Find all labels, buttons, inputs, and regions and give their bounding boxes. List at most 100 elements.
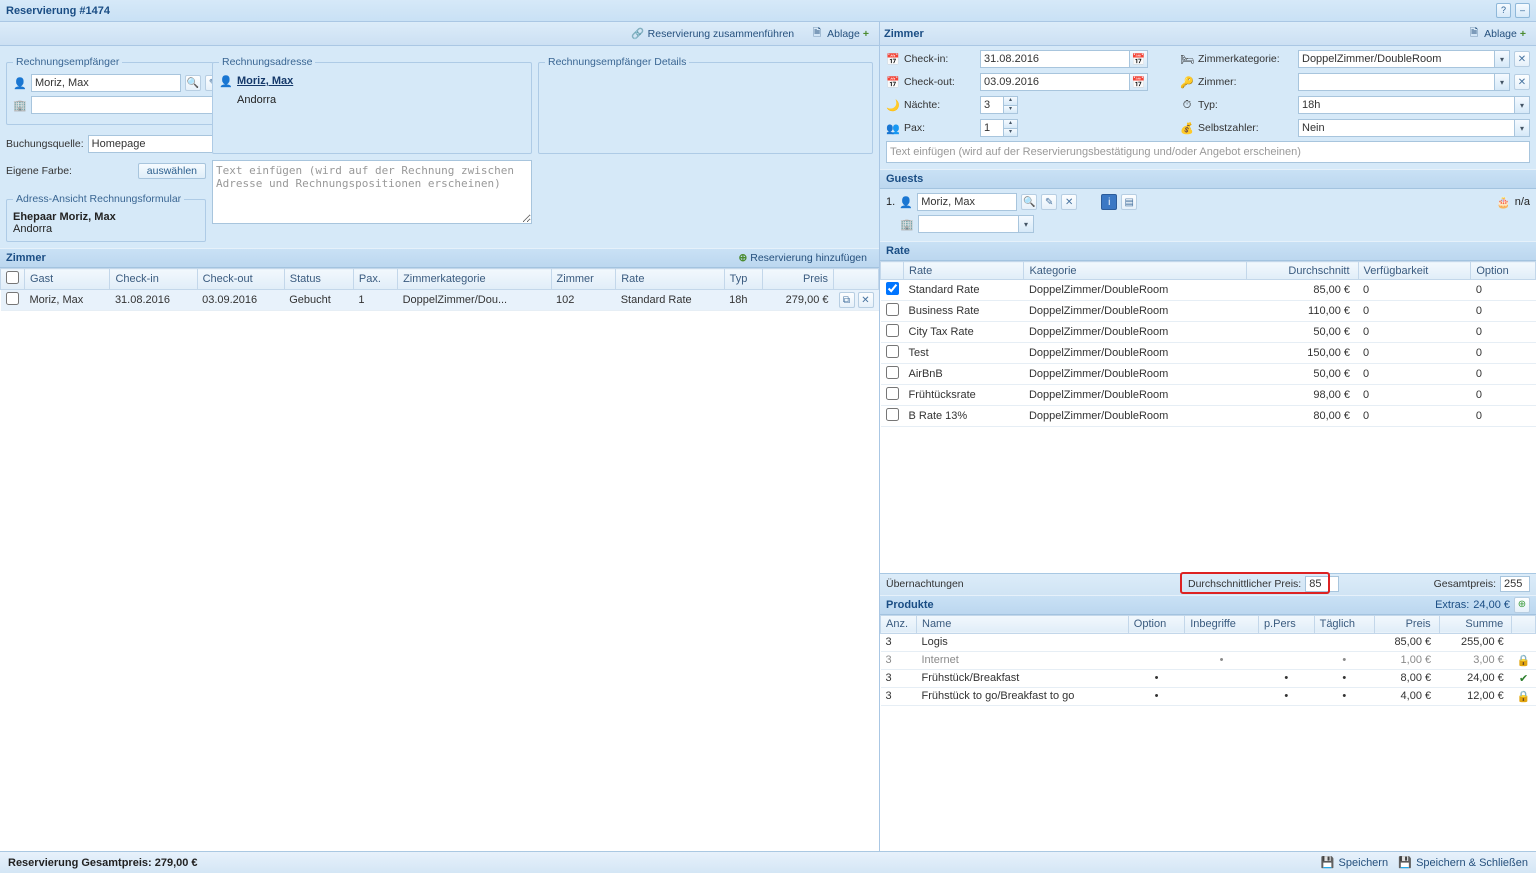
billing-company-input[interactable] bbox=[31, 96, 225, 114]
choose-color-button[interactable]: auswählen bbox=[138, 163, 206, 179]
plus-icon: + bbox=[863, 28, 869, 40]
checkout-input[interactable] bbox=[980, 73, 1130, 91]
rate-row-checkbox[interactable] bbox=[886, 324, 899, 337]
prod-col-option[interactable]: Option bbox=[1128, 615, 1184, 633]
avgprice-input[interactable] bbox=[1305, 576, 1339, 592]
save-close-button[interactable]: 💾 Speichern & Schließen bbox=[1398, 856, 1528, 870]
rate-col-avail[interactable]: Verfügbarkeit bbox=[1358, 262, 1471, 280]
zimmer-selectall-checkbox[interactable] bbox=[6, 271, 19, 284]
roomcat-clear[interactable]: ✕ bbox=[1514, 51, 1530, 67]
table-row[interactable]: Moriz, Max31.08.201603.09.2016Gebucht1Do… bbox=[1, 290, 879, 311]
guest-card[interactable]: ▤ bbox=[1121, 194, 1137, 210]
prod-col-anz[interactable]: Anz. bbox=[881, 615, 917, 633]
col-zimmer[interactable]: Zimmer bbox=[551, 269, 616, 290]
col-gast[interactable]: Gast bbox=[25, 269, 110, 290]
rate-col-kat[interactable]: Kategorie bbox=[1024, 262, 1246, 280]
rate-col-avg[interactable]: Durchschnitt bbox=[1246, 262, 1358, 280]
prod-col-preis[interactable]: Preis bbox=[1375, 615, 1440, 633]
save-button[interactable]: 💾 Speichern bbox=[1321, 856, 1389, 870]
billing-details-fieldset: Rechnungsempfänger Details bbox=[538, 56, 873, 154]
rate-row[interactable]: Standard RateDoppelZimmer/DoubleRoom85,0… bbox=[881, 280, 1536, 301]
add-reservation-button[interactable]: ⊕ Reservierung hinzufügen bbox=[732, 250, 873, 266]
rate-row-checkbox[interactable] bbox=[886, 387, 899, 400]
confirm-text-input[interactable] bbox=[886, 141, 1530, 163]
search-icon-button[interactable]: 🔍 bbox=[185, 75, 201, 91]
copy-row-icon[interactable]: ⧉ bbox=[839, 292, 855, 308]
row-checkbox[interactable] bbox=[6, 292, 19, 305]
room-select[interactable] bbox=[1298, 73, 1494, 91]
pax-up[interactable]: ▴ bbox=[1004, 119, 1018, 128]
product-row[interactable]: 3Frühstück/Breakfast•••8,00 €24,00 €✔ bbox=[881, 669, 1536, 687]
col-status[interactable]: Status bbox=[284, 269, 353, 290]
rate-row[interactable]: AirBnBDoppelZimmer/DoubleRoom50,00 €00 bbox=[881, 364, 1536, 385]
col-checkout[interactable]: Check-out bbox=[197, 269, 284, 290]
room-clear[interactable]: ✕ bbox=[1514, 74, 1530, 90]
room-dd[interactable]: ▾ bbox=[1494, 73, 1510, 91]
roomcat-select[interactable] bbox=[1298, 50, 1494, 68]
guest-info[interactable]: i bbox=[1101, 194, 1117, 210]
billing-address-name[interactable]: Moriz, Max bbox=[237, 75, 293, 87]
add-product-button[interactable]: ⊕ bbox=[1514, 597, 1530, 613]
type-dd[interactable]: ▾ bbox=[1514, 96, 1530, 114]
rate-col-opt[interactable]: Option bbox=[1471, 262, 1536, 280]
selfpay-dd[interactable]: ▾ bbox=[1514, 119, 1530, 137]
col-typ[interactable]: Typ bbox=[724, 269, 762, 290]
invoice-text-area[interactable] bbox=[212, 160, 532, 224]
delete-row-icon[interactable]: ✕ bbox=[858, 292, 874, 308]
checkout-picker[interactable]: 📅 bbox=[1130, 73, 1148, 91]
minimize-button[interactable]: – bbox=[1515, 3, 1530, 18]
nights-input[interactable] bbox=[980, 96, 1004, 114]
merge-reservation-button[interactable]: 🔗 Reservierung zusammenführen bbox=[625, 25, 801, 43]
col-kat[interactable]: Zimmerkategorie bbox=[398, 269, 551, 290]
col-pax[interactable]: Pax. bbox=[353, 269, 397, 290]
checkin-input[interactable] bbox=[980, 50, 1130, 68]
prod-col-name[interactable]: Name bbox=[917, 615, 1129, 633]
rate-row-checkbox[interactable] bbox=[886, 366, 899, 379]
guest-company-dd[interactable]: ▾ bbox=[1018, 215, 1034, 233]
rate-row-checkbox[interactable] bbox=[886, 408, 899, 421]
booking-source-label: Buchungsquelle: bbox=[6, 138, 84, 150]
ablage-button-right[interactable]: 🗎 Ablage + bbox=[1461, 25, 1532, 43]
rate-row-checkbox[interactable] bbox=[886, 282, 899, 295]
rate-row[interactable]: TestDoppelZimmer/DoubleRoom150,00 €00 bbox=[881, 343, 1536, 364]
rate-col-rate[interactable]: Rate bbox=[904, 262, 1024, 280]
product-row[interactable]: 3Internet••1,00 €3,00 €🔒 bbox=[881, 651, 1536, 669]
rate-title: Rate bbox=[886, 245, 910, 257]
ablage-button-left[interactable]: 🗎 Ablage + bbox=[804, 25, 875, 43]
guest-edit[interactable]: ✎ bbox=[1041, 194, 1057, 210]
rate-row[interactable]: City Tax RateDoppelZimmer/DoubleRoom50,0… bbox=[881, 322, 1536, 343]
type-select[interactable] bbox=[1298, 96, 1514, 114]
guest-company-input[interactable] bbox=[918, 215, 1018, 233]
prod-col-inbegr[interactable]: Inbegriffe bbox=[1185, 615, 1259, 633]
footer: Reservierung Gesamtpreis: 279,00 € 💾 Spe… bbox=[0, 851, 1536, 873]
col-preis[interactable]: Preis bbox=[763, 269, 834, 290]
roomcat-dd[interactable]: ▾ bbox=[1494, 50, 1510, 68]
rate-row[interactable]: Business RateDoppelZimmer/DoubleRoom110,… bbox=[881, 301, 1536, 322]
zimmer-section-header-left: Zimmer ⊕ Reservierung hinzufügen bbox=[0, 248, 879, 268]
nights-down[interactable]: ▾ bbox=[1004, 105, 1018, 114]
pax-down[interactable]: ▾ bbox=[1004, 128, 1018, 137]
help-button[interactable]: ? bbox=[1496, 3, 1511, 18]
building-icon: 🏢 bbox=[13, 98, 27, 112]
rate-row[interactable]: B Rate 13%DoppelZimmer/DoubleRoom80,00 €… bbox=[881, 406, 1536, 427]
rate-row-checkbox[interactable] bbox=[886, 303, 899, 316]
selfpay-select[interactable] bbox=[1298, 119, 1514, 137]
col-rate[interactable]: Rate bbox=[616, 269, 724, 290]
billing-recipient-input[interactable] bbox=[31, 74, 181, 92]
nights-up[interactable]: ▴ bbox=[1004, 96, 1018, 105]
type-label: Typ: bbox=[1198, 99, 1294, 111]
prod-col-taglich[interactable]: Täglich bbox=[1314, 615, 1374, 633]
rate-row[interactable]: FrühtücksrateDoppelZimmer/DoubleRoom98,0… bbox=[881, 385, 1536, 406]
guest-name-input[interactable] bbox=[917, 193, 1017, 211]
prod-col-summe[interactable]: Summe bbox=[1439, 615, 1512, 633]
product-row[interactable]: 3Logis85,00 €255,00 € bbox=[881, 633, 1536, 651]
rate-row-checkbox[interactable] bbox=[886, 345, 899, 358]
totalprice-input[interactable] bbox=[1500, 576, 1530, 592]
guest-delete[interactable]: ✕ bbox=[1061, 194, 1077, 210]
prod-col-ppers[interactable]: p.Pers bbox=[1258, 615, 1314, 633]
product-row[interactable]: 3Frühstück to go/Breakfast to go•••4,00 … bbox=[881, 687, 1536, 705]
guest-search[interactable]: 🔍 bbox=[1021, 194, 1037, 210]
checkin-picker[interactable]: 📅 bbox=[1130, 50, 1148, 68]
pax-input[interactable] bbox=[980, 119, 1004, 137]
col-checkin[interactable]: Check-in bbox=[110, 269, 197, 290]
